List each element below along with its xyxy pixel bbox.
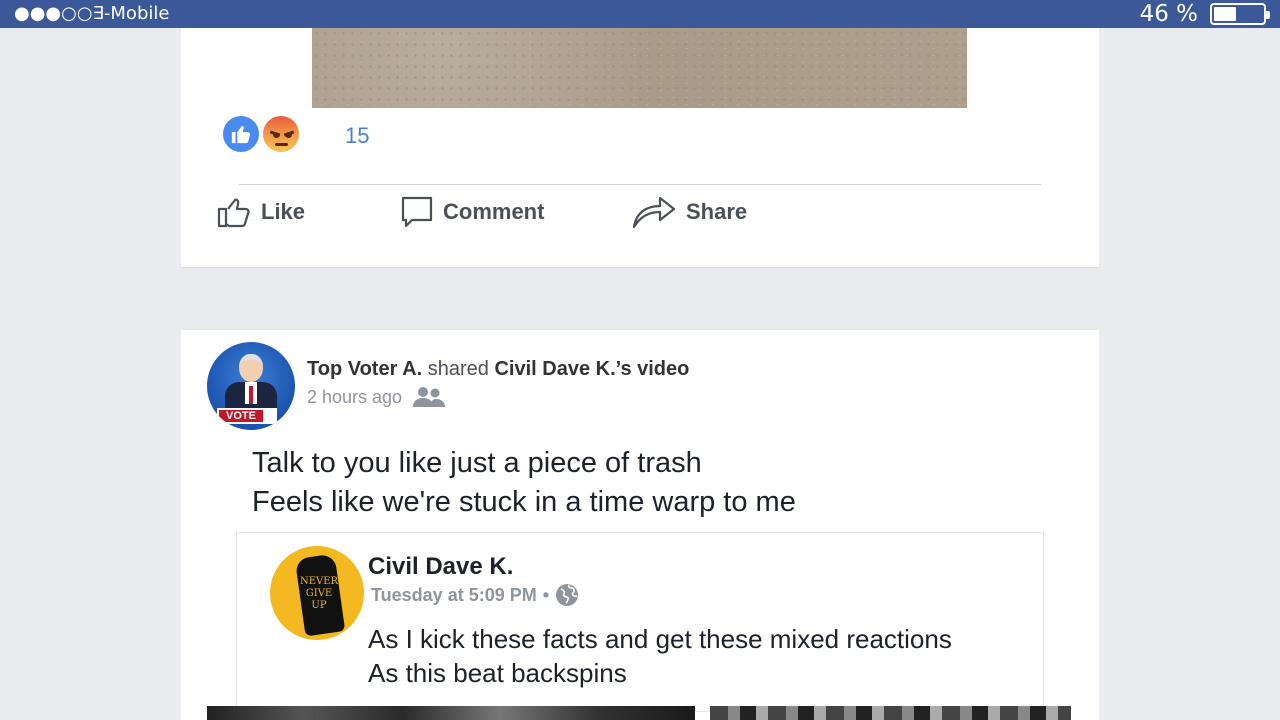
post-text: Talk to you like just a piece of trash F… — [252, 444, 796, 522]
video-thumbnail[interactable] — [710, 706, 1071, 720]
shared-post[interactable]: NEVER GIVE UP Civil Dave K. Tuesday at 5… — [236, 532, 1044, 712]
like-reaction-icon — [221, 114, 261, 154]
battery-percent: 46 % — [1139, 1, 1198, 27]
post-headline: Top Voter A. shared Civil Dave K.’s vide… — [307, 358, 689, 381]
post-text-line: Feels like we're stuck in a time warp to… — [252, 486, 796, 518]
comment-label: Comment — [443, 199, 545, 224]
thumbs-up-icon — [217, 198, 250, 228]
shared-post-timestamp[interactable]: Tuesday at 5:09 PM — [371, 585, 537, 606]
shared-post-meta: Tuesday at 5:09 PM • — [371, 583, 579, 607]
post-meta: 2 hours ago — [307, 386, 448, 408]
shared-text-line: As I kick these facts and get these mixe… — [368, 624, 952, 654]
video-thumbnail[interactable] — [207, 706, 695, 720]
shared-author-avatar[interactable]: NEVER GIVE UP — [270, 546, 364, 640]
divider — [239, 184, 1041, 185]
shared-author-name[interactable]: Civil Dave K. — [368, 553, 513, 581]
angry-reaction-icon — [261, 114, 301, 154]
reaction-count[interactable]: 15 — [345, 123, 369, 149]
globe-icon[interactable] — [555, 583, 579, 607]
post-photo[interactable] — [312, 28, 967, 108]
battery-icon — [1210, 3, 1270, 25]
carrier-name: ●●●○○∃-Mobile — [14, 3, 170, 24]
shared-text-line: As this beat backspins — [368, 658, 627, 688]
like-label: Like — [261, 199, 306, 224]
share-button[interactable]: Share — [632, 194, 747, 230]
friends-audience-icon[interactable] — [410, 386, 448, 408]
video-thumbnails — [207, 706, 1071, 720]
comment-icon — [401, 196, 433, 228]
author-avatar[interactable]: VOTE — [207, 342, 295, 430]
vote-badge: VOTE — [219, 410, 263, 422]
post-timestamp[interactable]: 2 hours ago — [307, 387, 402, 408]
avatar-slogan: NEVER GIVE UP — [299, 576, 339, 611]
like-button[interactable]: Like — [217, 194, 305, 230]
share-label: Share — [686, 199, 748, 224]
share-arrow-icon — [632, 196, 676, 229]
meta-separator: • — [542, 584, 550, 605]
post-text-line: Talk to you like just a piece of trash — [252, 447, 702, 479]
author-name[interactable]: Top Voter A. — [307, 358, 422, 380]
post-card: 15 Like Comment Share — [181, 28, 1099, 268]
shared-source-link[interactable]: Civil Dave K.’s video — [494, 358, 689, 380]
comment-button[interactable]: Comment — [401, 194, 544, 230]
post-card: VOTE Top Voter A. shared Civil Dave K.’s… — [181, 330, 1099, 720]
headline-verb: shared — [427, 358, 489, 380]
shared-post-text: As I kick these facts and get these mixe… — [368, 622, 952, 690]
status-bar: ●●●○○∃-Mobile 46 % — [0, 0, 1280, 28]
